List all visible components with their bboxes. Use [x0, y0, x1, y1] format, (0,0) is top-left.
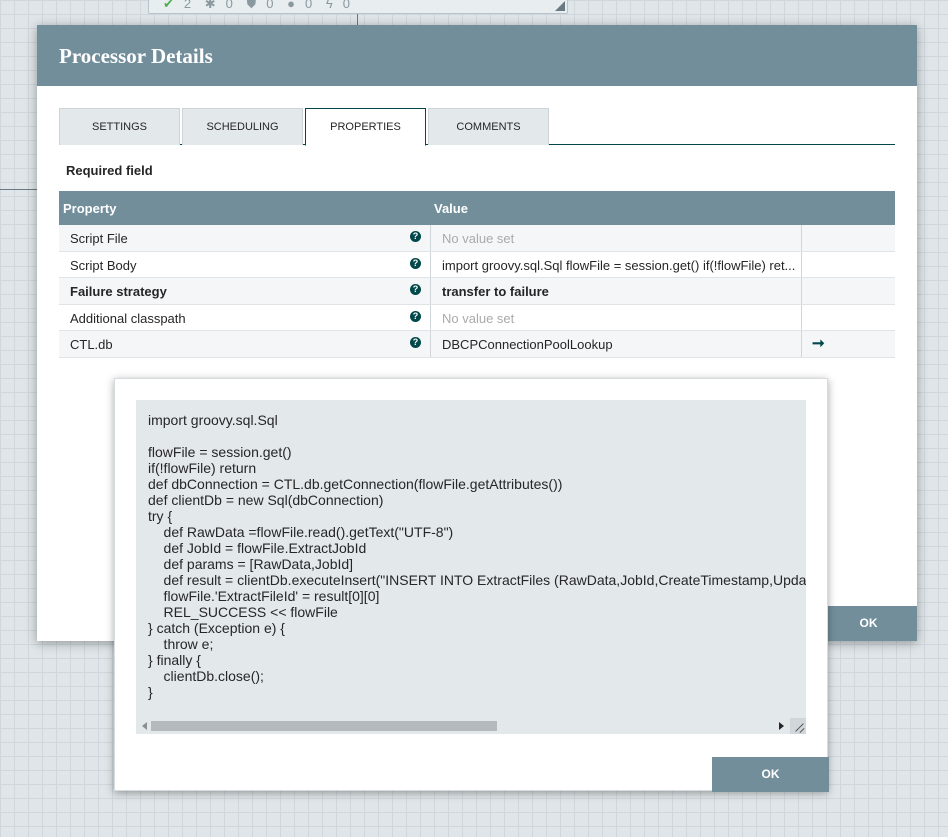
- scroll-left-icon[interactable]: [142, 722, 147, 730]
- stat-count: 0: [225, 0, 233, 11]
- resize-corner-icon: [555, 1, 565, 11]
- property-name: CTL.db: [70, 337, 113, 352]
- tab-scheduling[interactable]: SCHEDULING: [182, 108, 303, 145]
- horizontal-scrollbar[interactable]: [136, 718, 790, 734]
- stat-count: 0: [305, 0, 313, 11]
- resize-handle-icon[interactable]: [790, 718, 806, 734]
- property-value[interactable]: transfer to failure: [442, 284, 802, 299]
- table-row: Script Body ? import groovy.sql.Sql flow…: [59, 251, 895, 278]
- tab-bar: SETTINGS SCHEDULING PROPERTIES COMMENTS: [59, 108, 895, 146]
- help-icon[interactable]: ?: [410, 310, 421, 322]
- go-to-service-icon[interactable]: ➞: [812, 334, 825, 352]
- stat-count: 2: [183, 0, 192, 11]
- property-name: Additional classpath: [70, 310, 186, 326]
- column-header-value[interactable]: Value: [434, 201, 468, 216]
- table-body: Script File ? No value set Script Body ?…: [59, 225, 895, 358]
- dialog-title: Processor Details: [37, 25, 917, 86]
- scrollbar-thumb[interactable]: [151, 721, 497, 731]
- property-value[interactable]: No value set: [442, 231, 802, 246]
- running-icon: ✱: [204, 0, 216, 11]
- connection-line: [0, 189, 37, 190]
- properties-table: Property Value Script File ? No value se…: [59, 191, 895, 358]
- property-name: Failure strategy: [70, 284, 167, 299]
- help-icon[interactable]: ?: [410, 257, 421, 269]
- table-row: Additional classpath ? No value set: [59, 304, 895, 331]
- property-value[interactable]: No value set: [442, 311, 802, 326]
- help-icon[interactable]: ?: [410, 284, 421, 295]
- disabled-icon: ϟ: [325, 0, 333, 11]
- property-value[interactable]: DBCPConnectionPoolLookup: [442, 337, 802, 352]
- ok-button[interactable]: OK: [820, 606, 917, 641]
- help-icon[interactable]: ?: [410, 337, 421, 348]
- script-body-editor-popup: import groovy.sql.Sql flowFile = session…: [114, 378, 829, 792]
- ok-button[interactable]: OK: [712, 757, 829, 792]
- table-row: CTL.db ? DBCPConnectionPoolLookup ➞: [59, 331, 895, 358]
- column-header-property[interactable]: Property: [63, 201, 116, 216]
- required-field-label: Required field: [66, 163, 153, 178]
- table-header: Property Value: [59, 191, 895, 225]
- stat-count: 0: [266, 0, 274, 11]
- valid-icon: ✔: [163, 0, 174, 11]
- table-row: Script File ? No value set: [59, 225, 895, 252]
- tab-settings[interactable]: SETTINGS: [59, 108, 180, 145]
- tab-comments[interactable]: COMMENTS: [428, 108, 549, 145]
- script-code[interactable]: import groovy.sql.Sql flowFile = session…: [148, 412, 806, 700]
- table-row: Failure strategy ? transfer to failure: [59, 278, 895, 305]
- invalid-icon: ●: [287, 0, 296, 11]
- canvas-processor-stats: ✔ 2 ✱ 0 ⛊ 0 ● 0 ϟ0: [148, 0, 568, 14]
- stat-count: 0: [342, 0, 350, 11]
- script-body-editor[interactable]: import groovy.sql.Sql flowFile = session…: [136, 400, 806, 734]
- property-name: Script Body: [70, 257, 137, 273]
- scroll-right-icon[interactable]: [779, 722, 784, 730]
- property-name: Script File: [70, 231, 128, 246]
- stopped-icon: ⛊: [246, 0, 257, 11]
- property-value[interactable]: import groovy.sql.Sql flowFile = session…: [442, 258, 802, 273]
- tab-properties[interactable]: PROPERTIES: [305, 108, 426, 146]
- help-icon[interactable]: ?: [410, 231, 421, 242]
